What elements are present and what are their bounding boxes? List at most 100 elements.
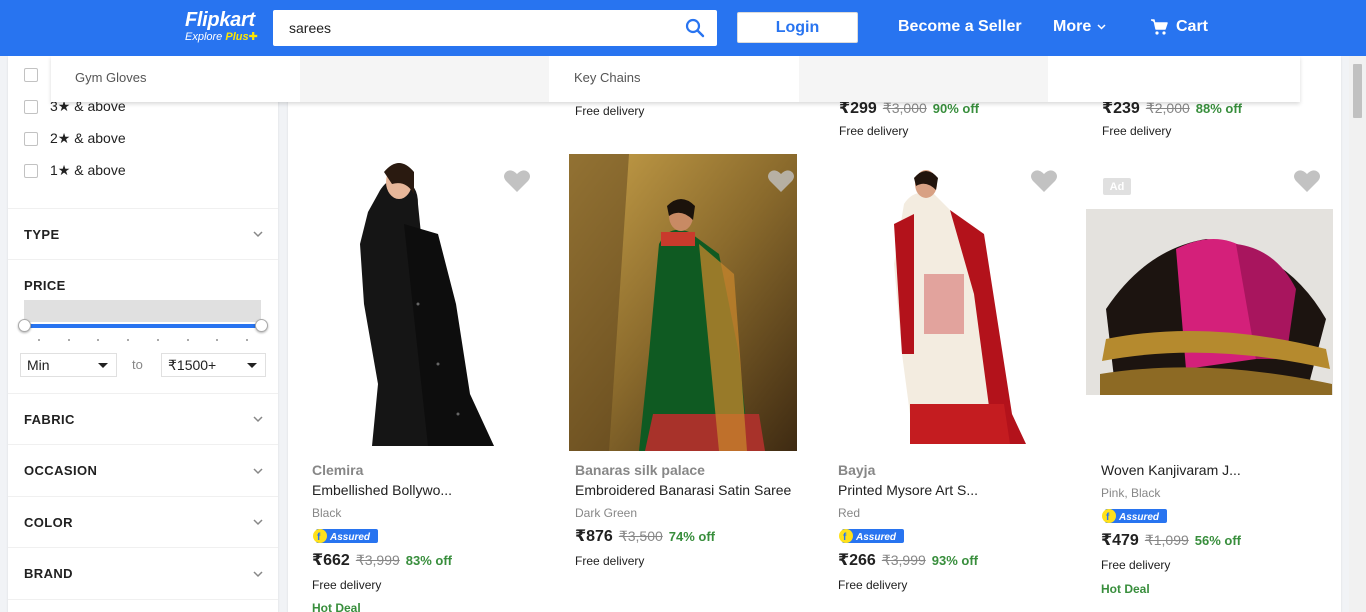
mrp: ₹3,000	[882, 100, 927, 116]
more-label: More	[1053, 18, 1092, 35]
wishlist-heart-icon[interactable]	[503, 168, 531, 194]
product-title[interactable]: Embellished Bollywo...	[312, 482, 452, 498]
price-to-label: to	[132, 357, 143, 372]
rating-label: 1★ & above	[50, 162, 126, 178]
checkbox[interactable]	[24, 131, 38, 146]
suggestion-label: Gym Gloves	[75, 70, 147, 85]
rating-filter-1[interactable]: 1★ & above	[24, 162, 126, 179]
wishlist-heart-icon[interactable]	[1293, 168, 1321, 194]
search-icon[interactable]	[685, 18, 705, 38]
product-image[interactable]	[569, 154, 797, 451]
discount: 88% off	[1195, 101, 1243, 116]
product-color: Dark Green	[575, 506, 638, 520]
price-slider-max-handle[interactable]	[255, 319, 268, 332]
checkbox[interactable]	[24, 163, 38, 178]
delivery-text: Free delivery	[1101, 558, 1171, 572]
price-max-value: ₹1500+	[168, 356, 217, 373]
delivery-text: Free delivery	[1102, 124, 1172, 138]
price-min-value: Min	[27, 357, 50, 373]
product-title[interactable]: Woven Kanjivaram J...	[1101, 462, 1241, 478]
price: ₹299	[839, 100, 877, 117]
discount: 90% off	[932, 101, 980, 116]
saree-image-black	[308, 154, 530, 451]
top-row-product-3[interactable]: ₹299 ₹3,000 90% off Free delivery	[839, 98, 979, 138]
filter-title: FABRIC	[24, 411, 75, 427]
filter-brand[interactable]: BRAND	[8, 547, 278, 599]
price-min-select[interactable]: Min	[20, 353, 117, 377]
discount: 93% off	[931, 553, 979, 568]
top-row-product-4[interactable]: ₹239 ₹2,000 88% off Free delivery	[1102, 98, 1242, 138]
search-bar	[273, 10, 717, 46]
wishlist-heart-icon[interactable]	[767, 168, 795, 194]
product-card[interactable]: Ad Woven Kanjivaram J... Pink, Black f A…	[1077, 152, 1340, 612]
saree-image-red-white	[854, 154, 1034, 451]
assured-text: Assured	[855, 532, 897, 543]
mrp: ₹1,099	[1144, 532, 1189, 548]
checkbox[interactable]	[24, 99, 38, 114]
rating-filter-2[interactable]: 2★ & above	[24, 130, 126, 147]
discount: 56% off	[1194, 533, 1242, 548]
price-slider-track[interactable]	[24, 324, 261, 328]
product-title[interactable]: Printed Mysore Art S...	[838, 482, 978, 498]
filter-title: TYPE	[24, 226, 60, 242]
filter-fabric[interactable]: FABRIC	[8, 393, 278, 444]
top-header: Flipkart Explore Plus✚ Login Become a Se…	[0, 0, 1366, 56]
rating-label: 2★ & above	[50, 130, 126, 146]
filter-title: COLOR	[24, 514, 73, 530]
assured-badge: f Assured	[1102, 509, 1167, 523]
more-menu[interactable]: More	[1053, 17, 1106, 37]
price: ₹876	[575, 528, 613, 545]
filter-color[interactable]: COLOR	[8, 496, 278, 547]
product-card[interactable]: Clemira Embellished Bollywo... Black f A…	[288, 152, 551, 612]
product-image[interactable]	[854, 154, 1034, 451]
become-seller-link[interactable]: Become a Seller	[898, 17, 1022, 37]
price-row: ₹662 ₹3,999 83% off	[312, 550, 452, 570]
suggestion-image[interactable]	[799, 56, 1048, 102]
product-title[interactable]: Embroidered Banarasi Satin Saree	[575, 482, 791, 498]
price-histogram	[24, 300, 261, 322]
checkbox[interactable]	[24, 68, 38, 82]
suggestion-item[interactable]: Key Chains	[550, 56, 799, 102]
caret-down-icon	[247, 362, 257, 368]
hot-deal-tag: Hot Deal	[312, 601, 361, 612]
hot-deal-tag: Hot Deal	[1101, 582, 1150, 596]
top-row-product-2[interactable]: Free delivery	[575, 104, 644, 118]
page-scrollbar[interactable]	[1349, 56, 1366, 612]
discount: 83% off	[405, 553, 453, 568]
product-color: Red	[838, 506, 861, 520]
suggestion-label: Key Chains	[574, 70, 641, 85]
assured-badge: f Assured	[839, 529, 904, 543]
product-card[interactable]: Bayja Printed Mysore Art S... Red f Assu…	[814, 152, 1077, 612]
chevron-down-icon	[253, 416, 263, 423]
product-brand: Banaras silk palace	[575, 462, 705, 478]
cart-link[interactable]: Cart	[1150, 17, 1208, 37]
price-slider-min-handle[interactable]	[18, 319, 31, 332]
price-max-select[interactable]: ₹1500+	[161, 353, 266, 377]
cart-label: Cart	[1176, 18, 1209, 35]
suggestion-item[interactable]	[1049, 56, 1298, 102]
rating-filter-4[interactable]	[24, 68, 38, 82]
plus-icon: ✚	[248, 31, 258, 43]
product-card[interactable]: Banaras silk palace Embroidered Banarasi…	[551, 152, 814, 612]
suggestion-item[interactable]: Gym Gloves	[51, 56, 300, 102]
login-button[interactable]: Login	[737, 12, 858, 43]
caret-down-icon	[98, 362, 108, 368]
filter-type[interactable]: TYPE	[8, 208, 278, 259]
product-grid: Free delivery ₹299 ₹3,000 90% off Free del…	[288, 56, 1341, 612]
scrollbar-thumb[interactable]	[1353, 64, 1362, 118]
search-input[interactable]	[273, 10, 673, 46]
product-image[interactable]	[308, 154, 530, 451]
wishlist-heart-icon[interactable]	[1030, 168, 1058, 194]
chevron-down-icon	[253, 467, 263, 474]
price-filter-title: PRICE	[24, 278, 66, 293]
price-slider-ticks	[38, 339, 248, 341]
delivery-text: Free delivery	[575, 104, 645, 118]
chevron-down-icon	[253, 519, 263, 526]
delivery-text: Free delivery	[839, 124, 909, 138]
product-image[interactable]	[1086, 209, 1333, 395]
assured-badge: f Assured	[313, 529, 378, 543]
filter-next	[8, 599, 278, 612]
flipkart-logo[interactable]: Flipkart Explore Plus✚	[185, 9, 258, 43]
suggestion-image[interactable]	[300, 56, 549, 102]
filter-occasion[interactable]: OCCASION	[8, 444, 278, 496]
